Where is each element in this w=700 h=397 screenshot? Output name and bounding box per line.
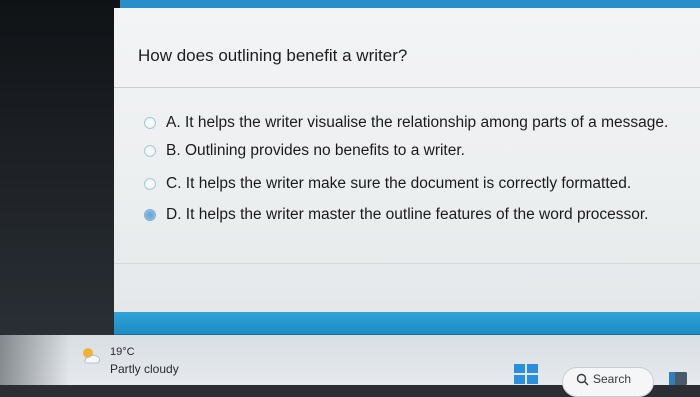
option-b[interactable]: B. Outlining provides no benefits to a w… (144, 139, 465, 163)
option-b-radio[interactable] (144, 145, 156, 157)
option-d-label: D. It helps the writer master the outlin… (166, 206, 649, 223)
option-a-radio[interactable] (144, 117, 156, 129)
option-c-radio[interactable] (144, 178, 156, 190)
option-c-label: C. It helps the writer make sure the doc… (166, 175, 632, 192)
question-divider (114, 87, 700, 88)
top-accent-bar (120, 0, 700, 8)
windows-logo-icon[interactable] (513, 363, 539, 385)
app-icon[interactable] (668, 370, 688, 385)
window-bottom-bar (114, 312, 700, 334)
option-c[interactable]: C. It helps the writer make sure the doc… (144, 172, 631, 196)
option-a-label: A. It helps the writer visualise the rel… (166, 114, 669, 131)
quiz-panel: How does outlining benefit a writer? A. … (114, 8, 700, 312)
search-icon (576, 373, 589, 386)
weather-temperature[interactable]: 19°C (110, 346, 135, 358)
search-label: Search (593, 372, 632, 386)
question-text: How does outlining benefit a writer? (138, 46, 408, 65)
option-b-label: B. Outlining provides no benefits to a w… (166, 142, 465, 159)
taskbar-left-shadow (0, 335, 70, 385)
option-d-radio[interactable] (144, 209, 156, 221)
screen: How does outlining benefit a writer? A. … (0, 0, 700, 397)
weather-condition[interactable]: Partly cloudy (110, 362, 179, 376)
content-bottom-rule (114, 263, 700, 264)
option-a[interactable]: A. It helps the writer visualise the rel… (144, 111, 668, 135)
left-background (0, 0, 120, 335)
option-d[interactable]: D. It helps the writer master the outlin… (144, 203, 648, 227)
partly-cloudy-icon[interactable] (80, 345, 102, 367)
